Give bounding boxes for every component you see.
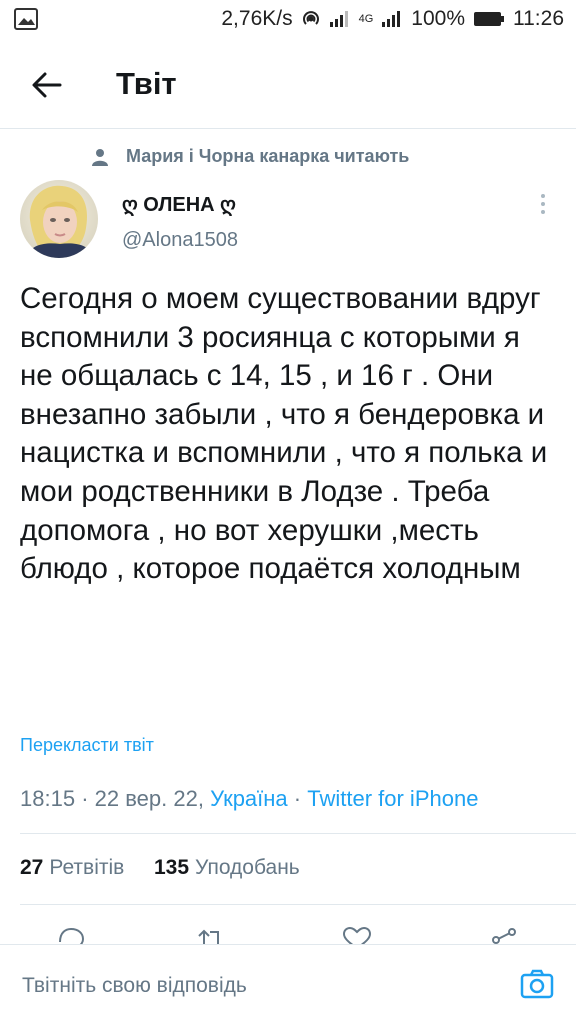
hotspot-icon — [302, 11, 319, 25]
reply-bar: Твітніть свою відповідь — [0, 944, 576, 1025]
divider — [20, 904, 576, 905]
social-context-text: Мария і Чорна канарка читають — [126, 146, 410, 166]
tweet-location-link[interactable]: Україна — [210, 786, 288, 811]
person-icon — [92, 148, 108, 166]
retweets-label: Ретвітів — [49, 856, 125, 879]
clock: 11:26 — [513, 7, 564, 30]
avatar[interactable] — [20, 180, 98, 258]
reply-input[interactable]: Твітніть свою відповідь — [22, 974, 247, 998]
share-icon[interactable] — [488, 926, 518, 944]
likes-count: 135 — [154, 856, 190, 879]
camera-icon[interactable] — [520, 969, 554, 999]
translate-tweet-link[interactable]: Перекласти твіт — [20, 735, 154, 756]
reply-icon[interactable] — [56, 926, 86, 944]
likes-stat[interactable]: 135 Уподобань — [154, 856, 300, 879]
status-bar: 2,76K/s 4G 100% 11:26 — [0, 0, 576, 40]
tweet-stats: 27 Ретвітів 135 Уподобань — [20, 856, 300, 880]
tweet-source-link[interactable]: Twitter for iPhone — [307, 786, 478, 811]
page-title: Твіт — [116, 66, 177, 101]
author-name[interactable]: ღ ОЛЕНА ღ — [122, 192, 236, 217]
retweets-stat[interactable]: 27 Ретвітів — [20, 856, 124, 879]
action-bar — [0, 922, 576, 944]
retweets-count: 27 — [20, 856, 44, 879]
like-icon[interactable] — [342, 926, 372, 944]
battery-icon — [474, 12, 504, 26]
tweet-meta: 18:15 · 22 вер. 22, Україна · Twitter fo… — [20, 786, 478, 812]
tweet-date: 22 вер. 22, — [94, 786, 204, 811]
signal-icon — [382, 11, 401, 27]
network-speed: 2,76K/s — [221, 7, 293, 30]
signal-icon — [329, 11, 348, 27]
top-bar: Твіт — [0, 40, 576, 129]
tweet-time: 18:15 — [20, 786, 76, 811]
gallery-notification-icon — [14, 8, 38, 30]
likes-label: Уподобань — [195, 856, 300, 879]
social-context: Мария і Чорна канарка читають — [92, 146, 409, 167]
meta-separator: · — [81, 786, 89, 811]
tweet-text: Сегодня о моем существовании вдруг вспом… — [20, 282, 548, 586]
battery-percent: 100% — [411, 7, 465, 30]
more-options-icon[interactable] — [538, 192, 548, 216]
author-handle[interactable]: @Alona1508 — [122, 229, 238, 252]
back-arrow-icon[interactable] — [30, 68, 64, 102]
network-type: 4G — [358, 13, 374, 25]
divider — [20, 833, 576, 834]
retweet-icon[interactable] — [196, 926, 226, 944]
meta-separator: · — [293, 786, 302, 811]
